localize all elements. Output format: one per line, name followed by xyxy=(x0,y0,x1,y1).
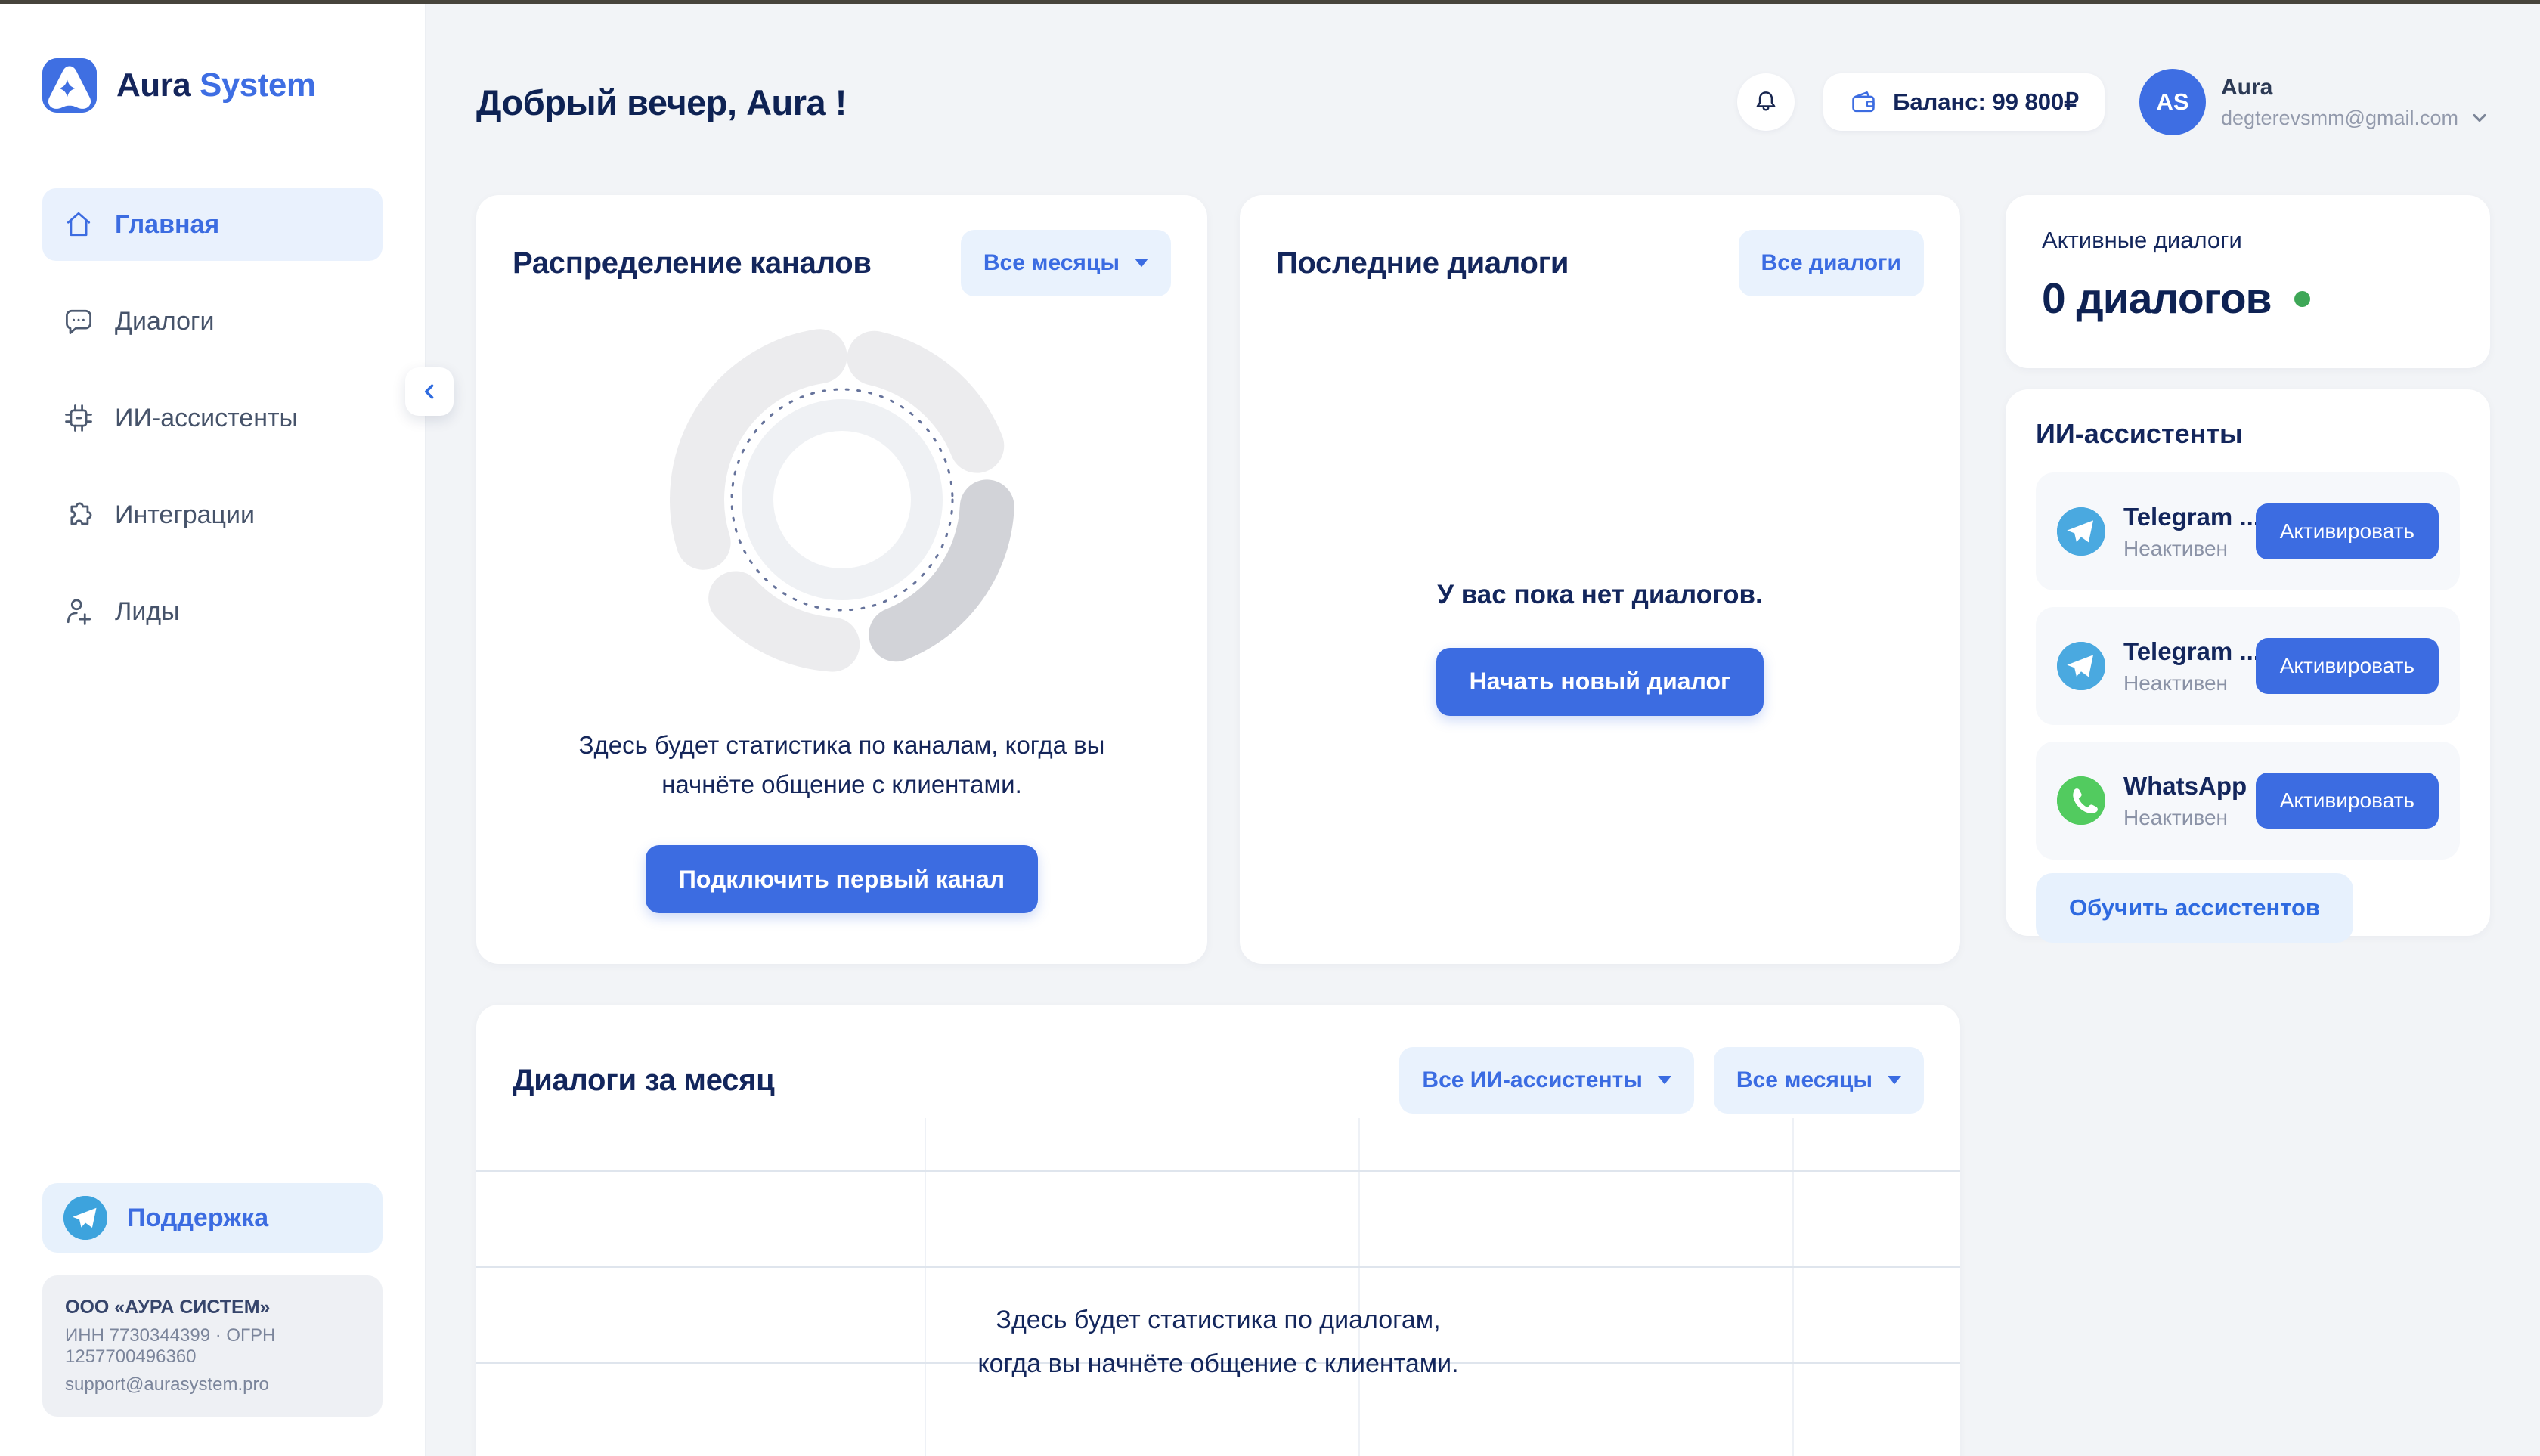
channels-empty-text: Здесь будет статистика по каналам, когда… xyxy=(547,726,1137,804)
puzzle-icon xyxy=(62,498,95,531)
telegram-icon xyxy=(2057,642,2105,690)
sidebar-item-label: Лиды xyxy=(115,597,180,627)
user-plus-icon xyxy=(62,595,95,628)
telegram-icon xyxy=(64,1196,107,1240)
sidebar-item-label: Интеграции xyxy=(115,500,255,530)
brand: Aura System xyxy=(42,58,383,113)
chip-icon xyxy=(62,401,95,435)
sidebar-item-label: ИИ-ассистенты xyxy=(115,404,298,433)
donut-inner-ring xyxy=(757,415,927,584)
chat-icon xyxy=(62,305,95,338)
user-menu[interactable]: Aura degterevsmm@gmail.com xyxy=(2221,75,2490,130)
monthly-assistants-filter[interactable]: Все ИИ-ассистенты xyxy=(1399,1047,1693,1114)
monthly-empty-line2: когда вы начнёте общение с клиентами. xyxy=(476,1342,1960,1386)
online-status-dot-icon xyxy=(2294,291,2310,307)
right-column: Активные диалоги 0 диалогов ИИ-ассистент… xyxy=(2006,195,2490,964)
support-label: Поддержка xyxy=(127,1204,268,1233)
brand-name-primary: Aura xyxy=(116,67,190,104)
monthly-months-filter[interactable]: Все месяцы xyxy=(1714,1047,1924,1114)
sidebar-item-leads[interactable]: Лиды xyxy=(42,575,383,648)
channels-card: Распределение каналов Все месяцы xyxy=(476,195,1207,964)
sidebar-collapse-button[interactable] xyxy=(405,367,454,416)
sidebar-item-home[interactable]: Главная xyxy=(42,188,383,261)
assistant-status: Неактивен xyxy=(2123,537,2256,561)
dialogs-empty-text: У вас пока нет диалогов. xyxy=(1437,580,1763,610)
dialogs-card-title: Последние диалоги xyxy=(1276,246,1569,280)
brand-name-secondary: System xyxy=(200,67,316,104)
sidebar-item-dialogs[interactable]: Диалоги xyxy=(42,285,383,358)
caret-down-icon xyxy=(1658,1076,1671,1085)
channels-month-filter-label: Все месяцы xyxy=(983,250,1120,276)
user-avatar[interactable]: AS xyxy=(2139,69,2206,135)
connect-channel-button[interactable]: Подключить первый канал xyxy=(646,845,1038,913)
monthly-empty-text: Здесь будет статистика по диалогам, когд… xyxy=(476,1298,1960,1386)
home-icon xyxy=(62,208,95,241)
brand-logo-icon xyxy=(42,58,97,113)
all-dialogs-button[interactable]: Все диалоги xyxy=(1739,230,1924,296)
support-button[interactable]: Поддержка xyxy=(42,1183,383,1253)
active-dialogs-title: Активные диалоги xyxy=(2042,227,2454,254)
monthly-dialogs-card: Диалоги за месяц Все ИИ-ассистенты Все м… xyxy=(476,1005,1960,1456)
telegram-icon xyxy=(2057,507,2105,556)
sidebar-item-integrations[interactable]: Интеграции xyxy=(42,479,383,551)
monthly-months-filter-label: Все месяцы xyxy=(1736,1067,1872,1093)
assistant-row: WhatsApp Неактивен Активировать xyxy=(2036,742,2460,860)
monthly-chart-grid xyxy=(476,1118,1960,1456)
balance-label: Баланс: 99 800₽ xyxy=(1893,88,2079,116)
sidebar: Aura System Главная xyxy=(0,4,426,1456)
balance-button[interactable]: Баланс: 99 800₽ xyxy=(1823,73,2105,131)
whatsapp-icon xyxy=(2057,776,2105,825)
avatar-initials: AS xyxy=(2156,88,2188,116)
chevron-down-icon xyxy=(2469,107,2490,129)
active-dialogs-card: Активные диалоги 0 диалогов xyxy=(2006,195,2490,368)
monthly-card-title: Диалоги за месяц xyxy=(513,1064,774,1098)
wallet-icon xyxy=(1849,88,1878,116)
dialogs-card: Последние диалоги Все диалоги У вас пока… xyxy=(1240,195,1960,964)
train-assistants-button[interactable]: Обучить ассистентов xyxy=(2036,873,2353,943)
assistant-row: Telegram ... Неактивен Активировать xyxy=(2036,607,2460,725)
sidebar-nav: Главная Диалоги xyxy=(42,188,383,672)
caret-down-icon xyxy=(1135,259,1148,268)
assistant-name: Telegram ... xyxy=(2123,503,2256,531)
assistant-row: Telegram ... Неактивен Активировать xyxy=(2036,472,2460,590)
sidebar-item-label: Главная xyxy=(115,210,219,240)
start-dialog-button[interactable]: Начать новый диалог xyxy=(1436,648,1764,716)
chevron-left-icon xyxy=(417,379,442,404)
channels-card-title: Распределение каналов xyxy=(513,246,872,280)
monthly-empty-line1: Здесь будет статистика по диалогам, xyxy=(476,1298,1960,1342)
monthly-assistants-filter-label: Все ИИ-ассистенты xyxy=(1422,1067,1642,1093)
channels-donut-chart xyxy=(664,322,1020,677)
sidebar-item-ai-assistants[interactable]: ИИ-ассистенты xyxy=(42,382,383,454)
company-email: support@aurasystem.pro xyxy=(65,1374,360,1396)
sidebar-item-label: Диалоги xyxy=(115,307,214,336)
greeting-title: Добрый вечер, Aura ! xyxy=(476,82,847,123)
assistant-status: Неактивен xyxy=(2123,671,2256,695)
active-dialogs-value: 0 диалогов xyxy=(2042,274,2272,324)
user-email: degterevsmm@gmail.com xyxy=(2221,107,2458,130)
company-name: ООО «АУРА СИСТЕМ» xyxy=(65,1296,360,1318)
bell-icon xyxy=(1752,88,1780,116)
assistant-status: Неактивен xyxy=(2123,806,2247,830)
page-header: Добрый вечер, Aura ! xyxy=(476,60,2490,144)
caret-down-icon xyxy=(1888,1076,1901,1085)
activate-assistant-button[interactable]: Активировать xyxy=(2256,773,2439,829)
notifications-button[interactable] xyxy=(1737,73,1795,131)
dashboard-row-top: Распределение каналов Все месяцы xyxy=(476,195,2490,964)
user-name: Aura xyxy=(2221,75,2490,101)
channels-month-filter[interactable]: Все месяцы xyxy=(961,230,1171,296)
activate-assistant-button[interactable]: Активировать xyxy=(2256,503,2439,559)
header-controls: Баланс: 99 800₽ AS Aura degterevsmm@gmai… xyxy=(1737,69,2490,135)
assistants-card-title: ИИ-ассистенты xyxy=(2036,418,2460,450)
assistant-name: Telegram ... xyxy=(2123,637,2256,666)
assistant-name: WhatsApp xyxy=(2123,772,2247,801)
company-info-card: ООО «АУРА СИСТЕМ» ИНН 7730344399 · ОГРН … xyxy=(42,1275,383,1417)
brand-name: Aura System xyxy=(116,67,316,104)
activate-assistant-button[interactable]: Активировать xyxy=(2256,638,2439,694)
company-registration: ИНН 7730344399 · ОГРН 1257700496360 xyxy=(65,1325,360,1368)
main-content: Добрый вечер, Aura ! xyxy=(426,4,2540,1456)
assistants-card: ИИ-ассистенты Telegram ... Неактивен xyxy=(2006,389,2490,936)
